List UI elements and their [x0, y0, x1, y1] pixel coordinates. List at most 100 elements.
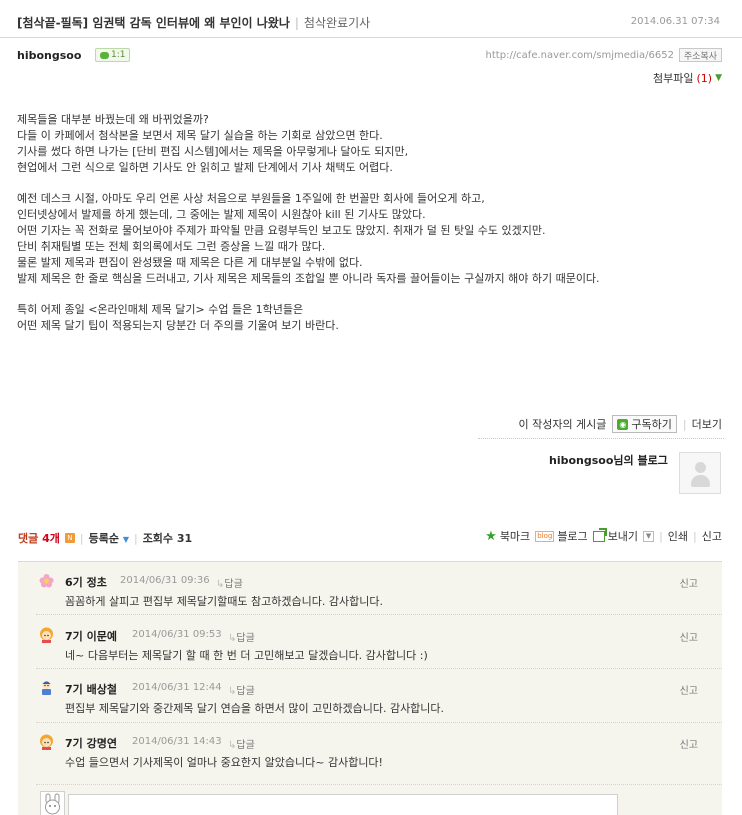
post-date: 2014.06.31 07:34	[630, 16, 720, 27]
chat-label: 1:1	[111, 50, 126, 60]
comment-date: 2014/06/31 14:43	[132, 736, 222, 747]
subscribe-button[interactable]: ◉ 구독하기	[612, 415, 677, 433]
comment-author[interactable]: 6기 정초	[65, 574, 107, 590]
dotted-divider	[478, 438, 724, 439]
writer-posts-link[interactable]: 이 작성자의 게시글	[518, 416, 606, 432]
send-dropdown-icon[interactable]: ▼	[643, 530, 655, 542]
blog-link[interactable]: hibongsoo님의 블로그	[549, 452, 668, 468]
comment-author[interactable]: 7기 배상철	[65, 681, 117, 697]
post-title[interactable]: [첨삭끝-필독] 임권택 감독 인터뷰에 왜 부인이 나왔나	[17, 16, 290, 30]
comment-report-link[interactable]: 신고	[680, 682, 698, 697]
view-count: 조회수 31	[143, 530, 193, 546]
body-line: 특히 어제 종일 <온라인매체 제목 달기> 수업 들은 1학년들은	[17, 303, 304, 316]
body-line: 어떤 기자는 꼭 전화로 물어보아야 주제가 파악될 만큼 요령부득인 보고도 …	[17, 224, 546, 237]
comment-date: 2014/06/31 12:44	[132, 682, 222, 693]
flower-icon	[39, 574, 54, 588]
comment-toolbar: 댓글 4개 N | 등록순 ▼ | 조회수 31 ★ 북마크 blog 블로그 …	[18, 528, 722, 546]
views-label: 조회수	[142, 532, 174, 545]
comment-date: 2014/06/31 09:36	[120, 575, 210, 586]
blog-share-label: 블로그	[557, 530, 588, 543]
body-line: 다들 이 카페에서 첨삭본을 보면서 제목 달기 실습을 하는 기회로 삼았으면…	[17, 129, 383, 142]
body-line: 물론 발제 제목과 편집이 완성됐을 때 제목은 다른 게 대부분일 수밖에 없…	[17, 256, 363, 269]
bunny-icon	[45, 793, 60, 815]
sort-dropdown[interactable]: 등록순 ▼	[89, 530, 129, 546]
views-number: 31	[176, 532, 193, 545]
divider: |	[79, 531, 84, 545]
comment-text: 네~ 다음부터는 제목달기 할 때 한 번 더 고민해보고 달겠습니다. 감사합…	[65, 649, 428, 662]
chat-button[interactable]: 1:1	[95, 48, 131, 62]
comment-report-link[interactable]: 신고	[680, 575, 698, 590]
reply-label: 답글	[236, 686, 255, 697]
attachment-link[interactable]: 첨부파일 (1) ▼	[653, 70, 722, 86]
comment-text: 수업 들으면서 기사제목이 얼마나 중요한지 알았습니다~ 감사합니다!	[65, 756, 383, 769]
divider: |	[682, 417, 687, 431]
comment-divider	[36, 784, 722, 785]
reply-label: 답글	[236, 633, 255, 644]
comment-label: 댓글	[18, 532, 39, 545]
comment-item: 6기 정초 2014/06/31 09:36 ↳답글 신고 꼼꼼하게 살피고 편…	[18, 562, 722, 610]
reply-link[interactable]: ↳답글	[228, 736, 255, 751]
comment-author[interactable]: 7기 이문예	[65, 628, 117, 644]
bookmark-label: 북마크	[499, 530, 531, 543]
writer-links: 이 작성자의 게시글 ◉ 구독하기 | 더보기	[518, 414, 722, 434]
author-row: hibongsoo 1:1 http://cafe.naver.com/smjm…	[17, 47, 722, 65]
more-link[interactable]: 더보기	[692, 416, 722, 432]
reply-link[interactable]: ↳답글	[228, 629, 255, 644]
blog-icon: blog	[535, 530, 555, 542]
girl-icon	[40, 627, 53, 643]
divider: |	[693, 529, 697, 543]
title-separator: |	[294, 16, 299, 30]
print-link[interactable]: 인쇄	[668, 528, 688, 544]
subscribe-label: 구독하기	[631, 418, 672, 431]
body-line: 현업에서 그런 식으로 일하면 기사도 안 읽히고 발제 단계에서 기사 채택도…	[17, 161, 393, 174]
reply-label: 답글	[224, 579, 243, 590]
body-blank	[17, 287, 727, 302]
blog-share-button[interactable]: blog 블로그	[535, 528, 588, 544]
send-label: 보내기	[607, 530, 639, 543]
report-link[interactable]: 신고	[702, 528, 722, 544]
body-line: 어떤 제목 달기 팁이 적용되는지 당분간 더 주의를 기울여 보기 바란다.	[17, 319, 339, 332]
chat-bubble-icon	[100, 51, 109, 59]
post-url: http://cafe.naver.com/smjmedia/6652	[485, 50, 674, 61]
post-title-row: [첨삭끝-필독] 임권택 감독 인터뷰에 왜 부인이 나왔나 | 첨삭완료기사	[17, 14, 370, 31]
author-name[interactable]: hibongsoo	[17, 49, 81, 62]
body-line: 인터넷상에서 발제를 하게 했는데, 그 중에는 발제 제목이 시원찮아 kil…	[17, 208, 426, 221]
chevron-down-icon: ▼	[122, 535, 129, 544]
avatar-head	[695, 462, 706, 473]
comment-count[interactable]: 댓글 4개	[18, 530, 60, 546]
reply-label: 답글	[236, 740, 255, 751]
comment-list: 6기 정초 2014/06/31 09:36 ↳답글 신고 꼼꼼하게 살피고 편…	[18, 561, 722, 815]
comment-date: 2014/06/31 09:53	[132, 629, 222, 640]
new-badge: N	[64, 533, 75, 543]
star-icon: ★	[485, 528, 497, 544]
reply-link[interactable]: ↳답글	[228, 682, 255, 697]
body-line: 기사를 썼다 하면 나가는 [단비 편집 시스템]에서는 제목을 아무렇게나 달…	[17, 145, 409, 158]
rss-icon: ◉	[617, 418, 629, 430]
comment-report-link[interactable]: 신고	[680, 629, 698, 644]
my-avatar	[40, 791, 65, 815]
comment-author[interactable]: 7기 강명연	[65, 735, 117, 751]
comment-item: 7기 이문예 2014/06/31 09:53 ↳답글 신고 네~ 다음부터는 …	[18, 616, 722, 664]
board-menu-link[interactable]: 첨삭완료기사	[304, 16, 370, 30]
send-icon	[592, 530, 605, 542]
body-line: 발제 제목은 한 줄로 핵심을 드러내고, 기사 제목은 제목들의 조합일 뿐 …	[17, 272, 600, 285]
reply-link[interactable]: ↳답글	[216, 575, 243, 590]
comment-item: 7기 강명연 2014/06/31 14:43 ↳답글 신고 수업 들으면서 기…	[18, 723, 722, 771]
comment-number: 4개	[42, 532, 60, 545]
divider: |	[133, 531, 138, 545]
comment-input[interactable]	[68, 794, 618, 815]
boy-icon	[42, 681, 51, 695]
post-body: 제목들을 대부분 바꿨는데 왜 바뀌었을까? 다들 이 카페에서 첨삭본을 보면…	[17, 112, 727, 334]
body-line: 예전 데스크 시절, 아마도 우리 언론 사상 처음으로 부원들을 1주일에 한…	[17, 192, 485, 205]
comment-text: 꼼꼼하게 살피고 편집부 제목달기할때도 참고하겠습니다. 감사합니다.	[65, 595, 383, 608]
post-header: [첨삭끝-필독] 임권택 감독 인터뷰에 왜 부인이 나왔나 | 첨삭완료기사 20…	[0, 0, 742, 38]
sort-label: 등록순	[88, 532, 119, 545]
body-line: 제목들을 대부분 바꿨는데 왜 바뀌었을까?	[17, 113, 209, 126]
send-button[interactable]: 보내기	[592, 528, 639, 544]
comment-divider	[36, 614, 722, 615]
comment-report-link[interactable]: 신고	[680, 736, 698, 751]
download-arrow-icon: ▼	[715, 73, 722, 83]
bookmark-button[interactable]: ★ 북마크	[485, 528, 530, 544]
blog-avatar[interactable]	[679, 452, 721, 494]
copy-url-button[interactable]: 주소복사	[678, 48, 722, 62]
